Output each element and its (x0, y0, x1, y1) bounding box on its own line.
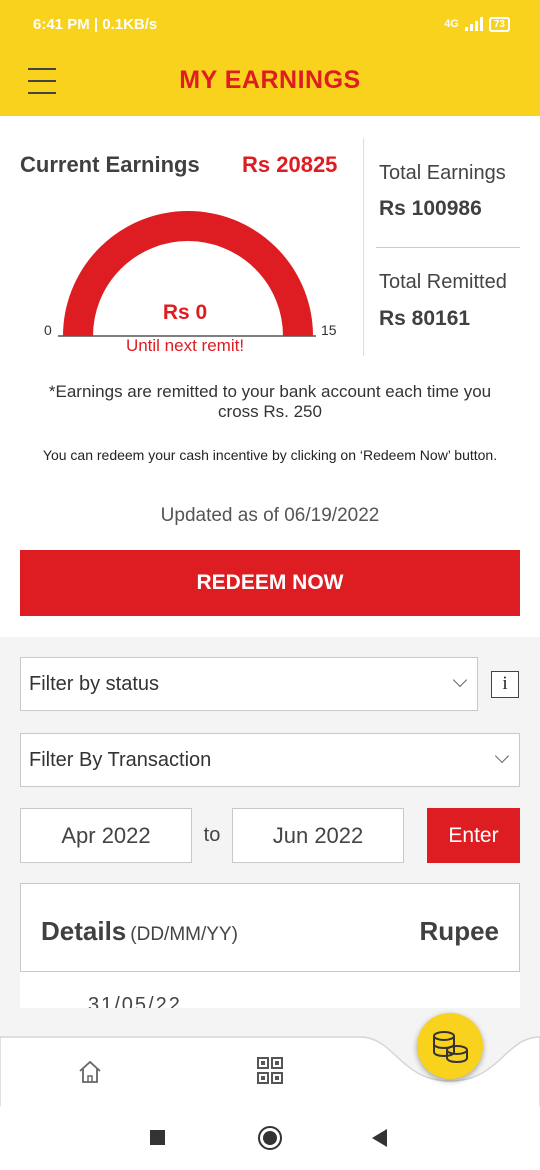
horizontal-divider (376, 247, 520, 248)
gauge-subtitle: Until next remit! (125, 336, 245, 355)
status-filter-select[interactable]: Filter by status (20, 657, 478, 711)
earnings-card: Current Earnings Rs 20825 Total Earnings… (0, 116, 540, 637)
details-title-text: Details (41, 916, 127, 946)
enter-button[interactable]: Enter (427, 808, 520, 863)
home-icon[interactable] (76, 1058, 104, 1086)
total-earnings-label: Total Earnings (379, 162, 506, 184)
system-nav-bar (0, 1106, 540, 1170)
remit-note: *Earnings are remitted to your bank acco… (48, 382, 492, 421)
network-label: 4G (444, 18, 459, 30)
current-earnings-value: Rs 20825 (242, 152, 338, 177)
updated-date: Updated as of 06/19/2022 (160, 505, 380, 526)
gauge-max-label: 15 (321, 322, 337, 338)
details-table-header: Details (DD/MM/YY) Rupee (20, 883, 520, 972)
total-remitted-label: Total Remitted (379, 271, 507, 293)
vertical-divider (363, 138, 364, 356)
chevron-down-icon (452, 672, 468, 688)
coins-button[interactable] (417, 1013, 483, 1079)
transaction-filter-value: Filter By Transaction (29, 749, 212, 771)
battery-icon: 73 (488, 16, 510, 32)
total-earnings-value: Rs 100986 (379, 197, 482, 220)
back-icon[interactable] (372, 1129, 387, 1147)
app-bar: MY EARNINGS (0, 48, 540, 116)
redeem-now-button[interactable]: REDEEM NOW (20, 550, 520, 616)
chevron-down-icon (494, 748, 510, 764)
redeem-note: You can redeem your cash incentive by cl… (42, 447, 498, 463)
status-bar: 6:41 PM | 0.1KB/s 4G 73 (0, 0, 540, 48)
status-filter-value: Filter by status (29, 673, 160, 695)
details-date-format: (DD/MM/YY) (130, 924, 238, 945)
current-earnings-label: Current Earnings (20, 152, 200, 177)
system-home-icon[interactable] (258, 1126, 282, 1150)
gauge-value: Rs 0 (162, 301, 208, 324)
date-range-to-label: to (203, 824, 221, 846)
details-title: Details (DD/MM/YY) (41, 916, 238, 947)
coins-icon (433, 1031, 468, 1064)
recent-apps-icon[interactable] (150, 1130, 165, 1145)
gauge-min-label: 0 (44, 322, 52, 338)
qr-code-icon[interactable] (256, 1056, 284, 1086)
rupee-column-header: Rupee (419, 916, 499, 946)
page-title: MY EARNINGS (179, 66, 361, 94)
to-date-picker[interactable]: Jun 2022 (232, 808, 404, 863)
status-icons: 4G 73 (444, 16, 510, 32)
transaction-filter-select[interactable]: Filter By Transaction (20, 733, 520, 787)
status-time: 6:41 PM | 0.1KB/s (33, 15, 158, 33)
table-row[interactable]: 31/05/22 (20, 972, 520, 1008)
signal-icon (464, 17, 483, 31)
from-date-picker[interactable]: Apr 2022 (20, 808, 192, 863)
total-remitted-value: Rs 80161 (379, 307, 471, 330)
info-icon[interactable]: i (491, 671, 519, 698)
